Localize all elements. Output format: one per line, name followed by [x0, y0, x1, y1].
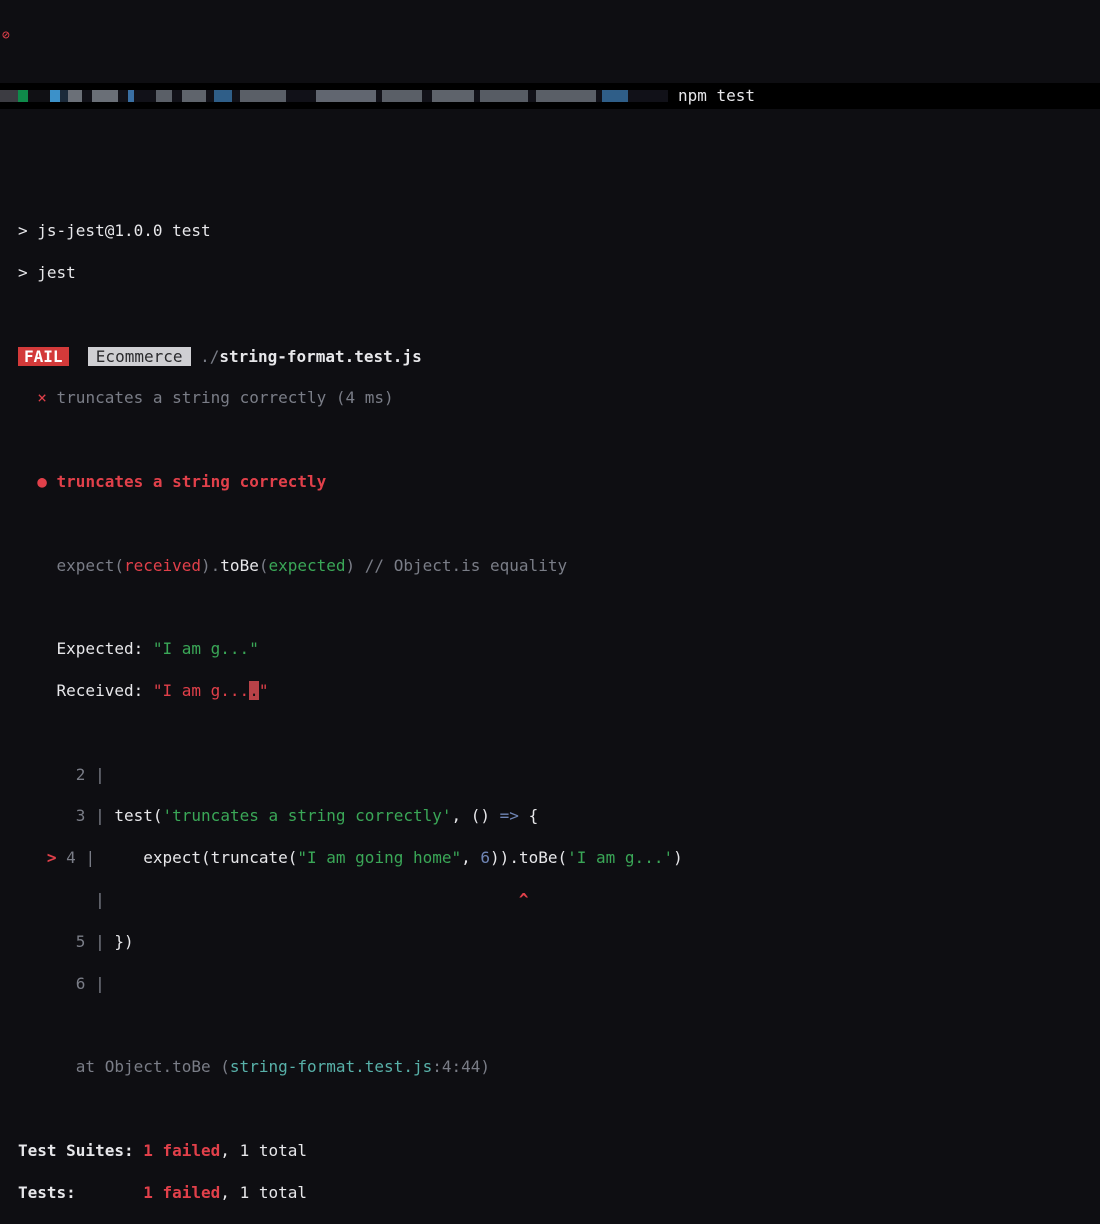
- received-line: Received: "I am g....": [18, 681, 1082, 702]
- diff-highlight: .: [249, 681, 259, 700]
- test-file-name: string-format.test.js: [219, 347, 421, 366]
- test-result-line: × truncates a string correctly (4 ms): [18, 388, 1082, 409]
- failing-test-header: ● truncates a string correctly: [18, 472, 1082, 493]
- suite-name-badge: Ecommerce: [88, 347, 191, 366]
- code-line-5: 5 | }): [18, 932, 1082, 953]
- code-line-6: 6 |: [18, 974, 1082, 995]
- code-line-3: 3 | test('truncates a string correctly',…: [18, 806, 1082, 827]
- summary-test-suites: Test Suites: 1 failed, 1 total: [18, 1141, 1082, 1162]
- stack-trace-line: at Object.toBe (string-format.test.js:4:…: [18, 1057, 1082, 1078]
- summary-tests: Tests: 1 failed, 1 total: [18, 1183, 1082, 1204]
- terminal-output[interactable]: > js-jest@1.0.0 test > jest FAIL Ecommer…: [0, 192, 1100, 1224]
- error-gutter-icon: ⊘: [2, 28, 10, 45]
- titlebar-command: npm test: [678, 86, 755, 107]
- suite-header: FAIL Ecommerce ./string-format.test.js: [18, 347, 1082, 368]
- caret-icon: ^: [519, 890, 529, 909]
- window-titlebar: npm test: [0, 83, 1100, 109]
- titlebar-pattern: [0, 89, 668, 103]
- bullet-icon: ●: [37, 472, 47, 491]
- code-line-4: > 4 | expect(truncate("I am going home",…: [18, 848, 1082, 869]
- fail-badge: FAIL: [18, 347, 69, 366]
- error-line-marker: >: [47, 848, 57, 867]
- code-line-2: 2 |: [18, 765, 1082, 786]
- matcher-line: expect(received).toBe(expected) // Objec…: [18, 556, 1082, 577]
- code-caret-line: | ^: [18, 890, 1082, 911]
- jest-invoke-line: > jest: [18, 263, 1082, 284]
- fail-mark-icon: ×: [37, 388, 47, 407]
- npm-script-line: > js-jest@1.0.0 test: [18, 221, 1082, 242]
- expected-line: Expected: "I am g...": [18, 639, 1082, 660]
